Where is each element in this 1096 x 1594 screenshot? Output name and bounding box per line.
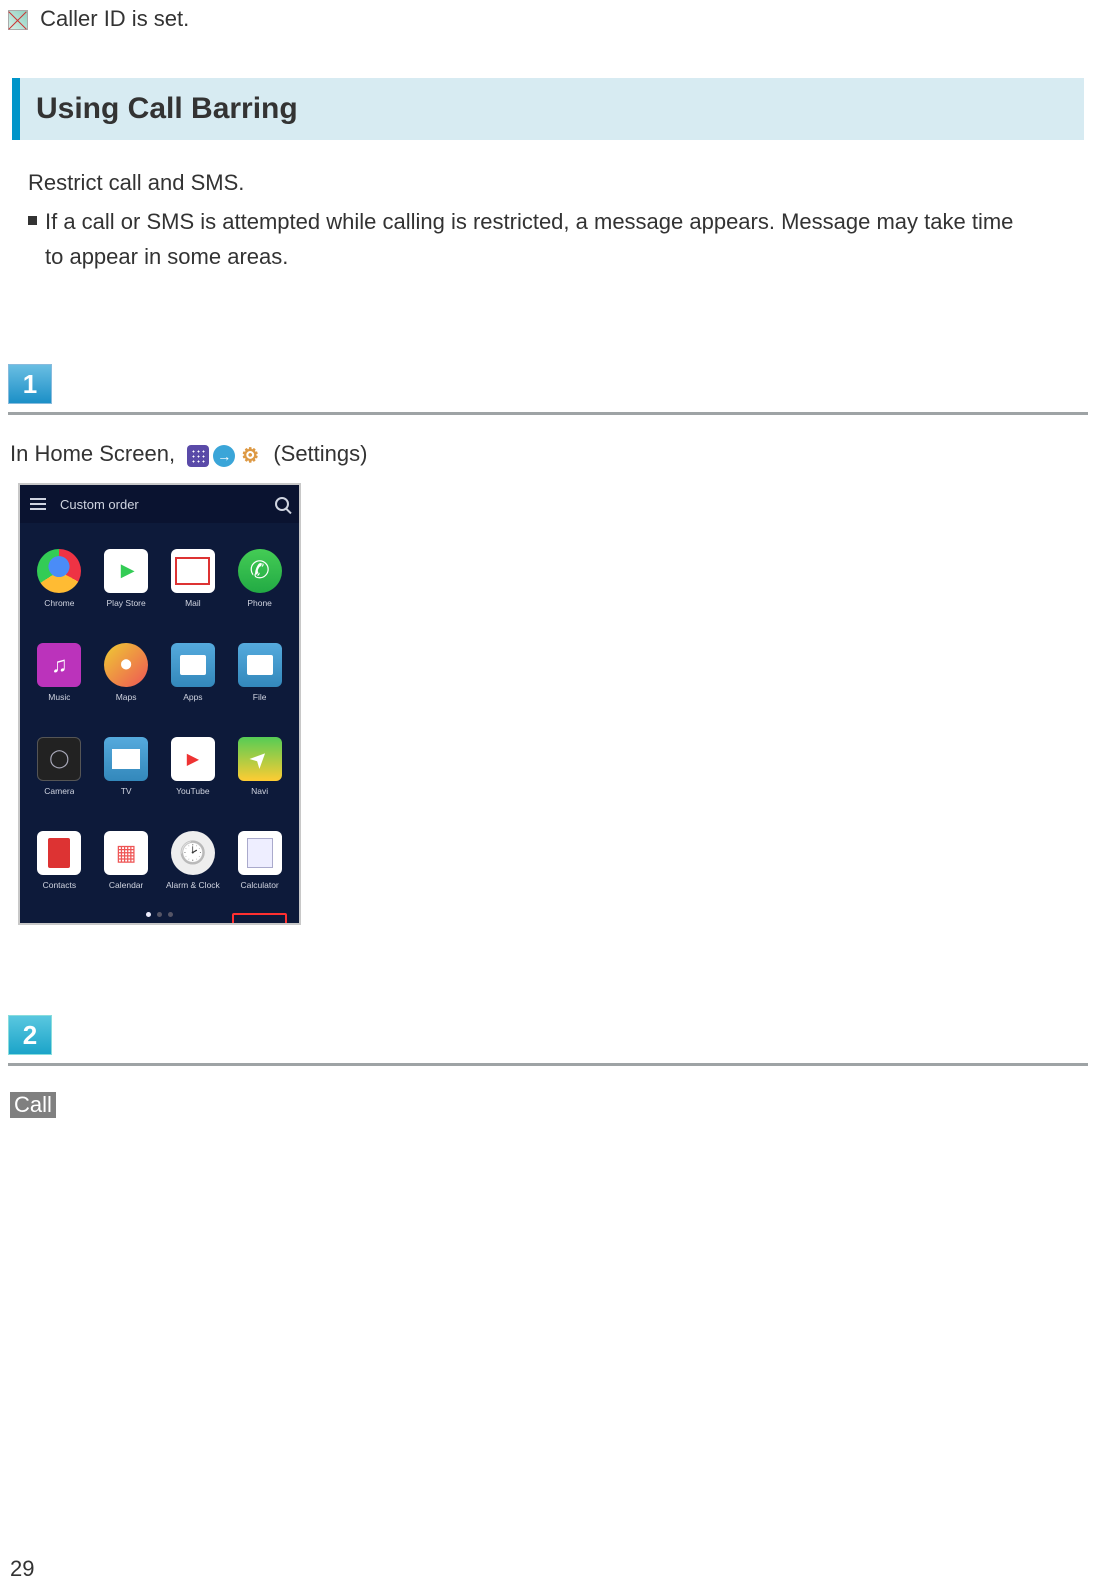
yt-icon bbox=[171, 737, 215, 781]
cam-icon bbox=[37, 737, 81, 781]
phone-topbar-title: Custom order bbox=[60, 497, 275, 512]
section-heading: Using Call Barring bbox=[12, 78, 1084, 140]
step-divider bbox=[8, 1063, 1088, 1066]
maps-icon bbox=[104, 643, 148, 687]
caller-id-note-text: Caller ID is set. bbox=[40, 6, 189, 31]
app-cell: Mail bbox=[162, 533, 225, 623]
page-dot bbox=[157, 912, 162, 917]
app-cell: Camera bbox=[28, 721, 91, 811]
app-cell: Music bbox=[28, 627, 91, 717]
app-label: File bbox=[253, 693, 267, 702]
app-cell: YouTube bbox=[162, 721, 225, 811]
app-label: Chrome bbox=[44, 599, 74, 608]
app-grid: Chrome Play Store Mail Phone Music Maps Apps Fi… bbox=[20, 523, 299, 925]
cal-icon bbox=[104, 831, 148, 875]
mail-icon bbox=[171, 549, 215, 593]
page-number: 29 bbox=[10, 1556, 34, 1582]
app-label: Camera bbox=[44, 787, 74, 796]
book-icon bbox=[37, 831, 81, 875]
folder-icon bbox=[238, 643, 282, 687]
musichub-icon bbox=[104, 925, 148, 926]
app-label: Music bbox=[48, 693, 70, 702]
app-label: Phone bbox=[247, 599, 272, 608]
app-cell: Contacts bbox=[28, 815, 91, 905]
intro-bullet: If a call or SMS is attempted while call… bbox=[28, 204, 1032, 274]
intro-block: Restrict call and SMS. If a call or SMS … bbox=[0, 170, 1060, 274]
apps-grid-icon bbox=[187, 445, 209, 467]
app-label: Contacts bbox=[43, 881, 77, 890]
caller-id-note: Caller ID is set. bbox=[0, 0, 1096, 38]
square-bullet-icon bbox=[28, 216, 37, 225]
step-badge-1: 1 bbox=[8, 364, 52, 404]
hamburger-icon bbox=[30, 498, 46, 510]
inline-icon-sequence bbox=[187, 445, 261, 467]
app-cell: Alarm & Clock bbox=[162, 815, 225, 905]
page-dots bbox=[20, 912, 299, 917]
app-cell: Calculator bbox=[228, 815, 291, 905]
step-1-prefix: In Home Screen, bbox=[10, 441, 181, 466]
app-label: TV bbox=[121, 787, 132, 796]
step-badge-2: 2 bbox=[8, 1015, 52, 1055]
intro-line: Restrict call and SMS. bbox=[28, 170, 1032, 196]
tv-icon bbox=[104, 737, 148, 781]
step-1-suffix: (Settings) bbox=[273, 441, 367, 466]
step-2: 2 Call bbox=[8, 1015, 1088, 1118]
app-cell: Calendar bbox=[95, 815, 158, 905]
broken-image-icon bbox=[8, 10, 28, 30]
note-icon bbox=[238, 831, 282, 875]
app-label: Calendar bbox=[109, 881, 144, 890]
clock-icon bbox=[171, 831, 215, 875]
call-menu-label: Call bbox=[10, 1092, 56, 1118]
arrow-right-icon bbox=[213, 445, 235, 467]
app-cell: Play Store bbox=[95, 533, 158, 623]
barcode-icon bbox=[37, 925, 81, 926]
phone-screenshot: Custom order Chrome Play Store Mail Phone Mu… bbox=[18, 483, 301, 925]
app-label: Mail bbox=[185, 599, 201, 608]
app-label: Navi bbox=[251, 787, 268, 796]
app-cell: Chrome bbox=[28, 533, 91, 623]
page-dot bbox=[146, 912, 151, 917]
app-cell: Navi bbox=[228, 721, 291, 811]
app-cell: Maps bbox=[95, 627, 158, 717]
app-label: Play Store bbox=[107, 599, 146, 608]
intro-bullet-text: If a call or SMS is attempted while call… bbox=[45, 204, 1032, 274]
step-1-text: In Home Screen, (Settings) bbox=[8, 441, 1088, 467]
app-cell: Apps bbox=[162, 627, 225, 717]
chrome-icon bbox=[37, 549, 81, 593]
app-label: Alarm & Clock bbox=[166, 881, 220, 890]
phone-topbar: Custom order bbox=[20, 485, 299, 523]
app-cell: TV bbox=[95, 721, 158, 811]
nav-icon bbox=[238, 737, 282, 781]
folder-icon bbox=[171, 643, 215, 687]
app-label: YouTube bbox=[176, 787, 209, 796]
generic-icon bbox=[171, 925, 215, 926]
app-cell: Phone bbox=[228, 533, 291, 623]
search-icon bbox=[275, 497, 289, 511]
settings-gear-icon bbox=[239, 445, 261, 467]
phone-icon bbox=[238, 549, 282, 593]
app-label: Maps bbox=[116, 693, 137, 702]
app-label: Apps bbox=[183, 693, 202, 702]
music-icon bbox=[37, 643, 81, 687]
settings-icon bbox=[238, 925, 282, 926]
play-icon bbox=[104, 549, 148, 593]
step-1: 1 In Home Screen, (Settings) Custom orde… bbox=[8, 364, 1088, 925]
app-cell: File bbox=[228, 627, 291, 717]
page-dot bbox=[168, 912, 173, 917]
step-divider bbox=[8, 412, 1088, 415]
app-label: Calculator bbox=[240, 881, 278, 890]
